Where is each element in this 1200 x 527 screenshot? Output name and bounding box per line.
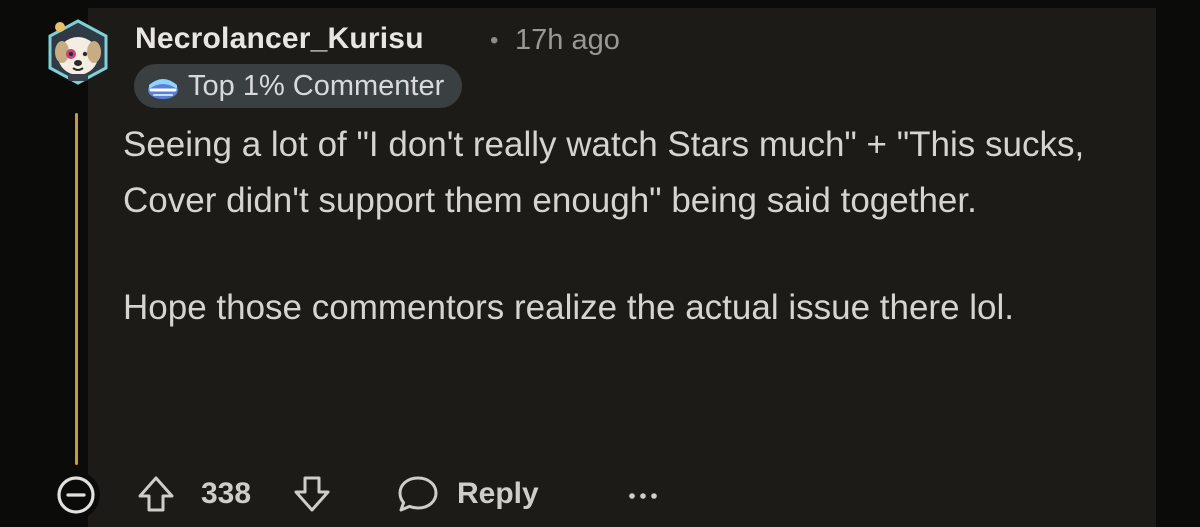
badge-label: Top 1% Commenter xyxy=(188,69,445,102)
thread-line[interactable] xyxy=(75,113,78,465)
top-commenter-badge[interactable]: Top 1% Commenter xyxy=(134,64,463,108)
comment-body: Seeing a lot of "I don't really watch St… xyxy=(123,117,1143,336)
upvote-arrow-icon xyxy=(138,476,174,512)
meta-separator: • xyxy=(490,27,499,54)
username-link[interactable]: Necrolancer_Kurisu xyxy=(135,22,424,56)
dog-avatar-icon xyxy=(48,19,108,85)
more-options-button[interactable] xyxy=(626,470,660,518)
downvote-button[interactable] xyxy=(290,470,334,518)
vote-count-label: 338 xyxy=(201,477,252,510)
user-avatar[interactable] xyxy=(46,18,110,86)
minus-circle-icon xyxy=(57,476,95,514)
downvote-arrow-icon xyxy=(294,476,330,512)
vote-count: 338 xyxy=(201,470,251,518)
comment-paragraph: Hope those commentors realize the actual… xyxy=(123,288,1015,327)
collapse-thread-button[interactable] xyxy=(52,471,100,519)
top-commenter-icon xyxy=(146,71,180,101)
ellipsis-icon xyxy=(629,493,657,499)
upvote-button[interactable] xyxy=(134,470,178,518)
comment-screen: Necrolancer_Kurisu • 17h ago Top 1% Comm… xyxy=(0,0,1200,527)
comment-timestamp: 17h ago xyxy=(515,24,620,56)
chat-bubble-icon xyxy=(398,476,438,512)
comment-paragraph: Seeing a lot of "I don't really watch St… xyxy=(123,125,1085,220)
reply-button[interactable]: Reply xyxy=(395,470,539,518)
reply-label: Reply xyxy=(457,477,539,510)
